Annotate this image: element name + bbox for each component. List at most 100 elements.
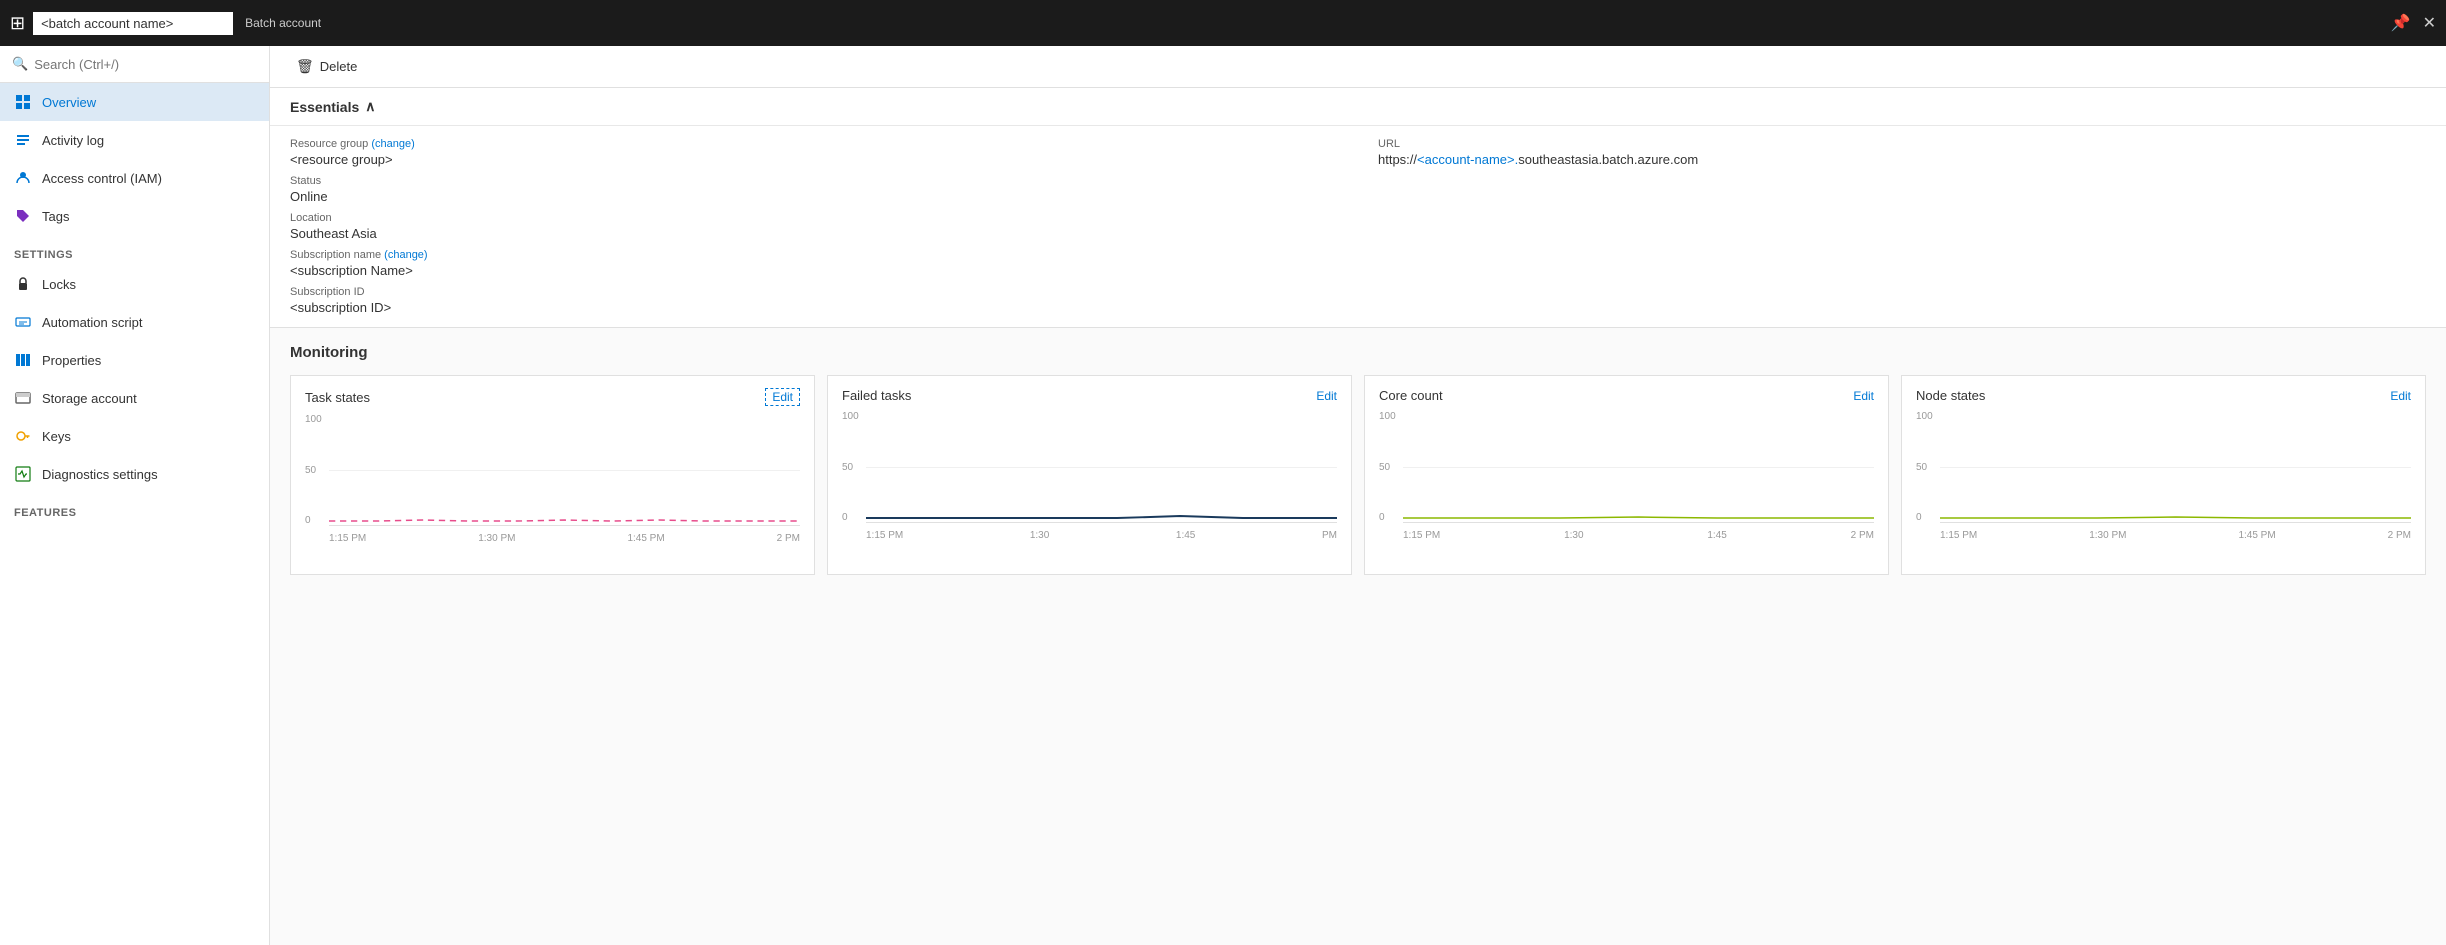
chart-y-labels: 100 50 0	[842, 411, 859, 541]
task-states-header: Task states Edit	[305, 388, 800, 406]
failed-tasks-card: Failed tasks Edit 100 50 0	[827, 375, 1352, 575]
sidebar-item-label-automation: Automation script	[42, 315, 142, 330]
sidebar-item-iam[interactable]: Access control (IAM)	[0, 159, 269, 197]
settings-section-label: SETTINGS	[0, 235, 269, 265]
grid-icon: ⊞	[10, 13, 25, 34]
chart-y-labels: 100 50 0	[1916, 411, 1933, 541]
pin-icon[interactable]: 📌	[2391, 13, 2411, 33]
essentials-body: Resource group (change) <resource group>…	[270, 126, 2446, 327]
essentials-title: Essentials	[290, 99, 359, 115]
topbar-right: 📌 ✕	[2391, 13, 2436, 33]
node-states-edit-link[interactable]: Edit	[2390, 389, 2411, 403]
sidebar-item-tags[interactable]: Tags	[0, 197, 269, 235]
chart-plot	[866, 411, 1337, 523]
sidebar-item-label-tags: Tags	[42, 209, 69, 224]
url-account: <account-name>.	[1417, 152, 1518, 167]
diagnostics-icon	[14, 465, 32, 483]
chart-x-labels: 1:15 PM 1:30 PM 1:45 PM 2 PM	[329, 533, 800, 544]
essentials-right-col: URL https://<account-name>.southeastasia…	[1378, 138, 2426, 315]
overview-icon	[14, 93, 32, 111]
sidebar-search-container: 🔍	[0, 46, 269, 83]
chevron-up-icon[interactable]: ∧	[365, 98, 375, 115]
task-states-chart: 100 50 0 1:15 PM 1:30 PM	[305, 414, 800, 544]
url-value: https://<account-name>.southeastasia.bat…	[1378, 152, 2426, 167]
location-value: Southeast Asia	[290, 226, 1338, 241]
status-field: Status Online	[290, 175, 1338, 204]
core-count-edit-link[interactable]: Edit	[1853, 389, 1874, 403]
automation-icon	[14, 313, 32, 331]
essentials-header: Essentials ∧	[270, 88, 2446, 126]
chart-x-labels: 1:15 PM 1:30 1:45 2 PM	[1403, 530, 1874, 541]
sidebar-item-diagnostics[interactable]: Diagnostics settings	[0, 455, 269, 493]
storage-icon	[14, 389, 32, 407]
subscription-id-field: Subscription ID <subscription ID>	[290, 286, 1338, 315]
resource-group-label: Resource group	[290, 138, 368, 150]
subscription-name-field: Subscription name (change) <subscription…	[290, 249, 1338, 278]
sidebar-item-properties[interactable]: Properties	[0, 341, 269, 379]
node-states-header: Node states Edit	[1916, 388, 2411, 403]
chart-plot	[1403, 411, 1874, 523]
failed-tasks-edit-link[interactable]: Edit	[1316, 389, 1337, 403]
task-states-edit-link[interactable]: Edit	[765, 388, 800, 406]
resource-group-field: Resource group (change) <resource group>	[290, 138, 1338, 167]
sidebar-item-locks[interactable]: Locks	[0, 265, 269, 303]
sidebar: 🔍 Overview Activity log Access control (…	[0, 46, 270, 945]
chart-x-labels: 1:15 PM 1:30 1:45 PM	[866, 530, 1337, 541]
failed-tasks-chart: 100 50 0 1:15 PM 1:30	[842, 411, 1337, 541]
search-icon: 🔍	[12, 56, 28, 72]
sidebar-item-automation[interactable]: Automation script	[0, 303, 269, 341]
location-label: Location	[290, 212, 1338, 224]
chart-y-labels: 100 50 0	[1379, 411, 1396, 541]
close-icon[interactable]: ✕	[2423, 13, 2436, 33]
monitoring-cards: Task states Edit 100 50 0	[290, 375, 2426, 575]
chart-x-labels: 1:15 PM 1:30 PM 1:45 PM 2 PM	[1940, 530, 2411, 541]
resource-group-change-link[interactable]: (change)	[371, 138, 414, 150]
subscription-name-label: Subscription name	[290, 249, 381, 261]
main-layout: 🔍 Overview Activity log Access control (…	[0, 46, 2446, 945]
sidebar-item-storage-account[interactable]: Storage account	[0, 379, 269, 417]
chart-plot	[329, 414, 800, 526]
activity-log-icon	[14, 131, 32, 149]
batch-account-name-input[interactable]	[33, 12, 233, 35]
features-section-label: FEATURES	[0, 493, 269, 523]
sidebar-item-label-properties: Properties	[42, 353, 101, 368]
node-states-card: Node states Edit 100 50 0	[1901, 375, 2426, 575]
failed-tasks-title: Failed tasks	[842, 388, 911, 403]
locks-icon	[14, 275, 32, 293]
sidebar-item-label-storage: Storage account	[42, 391, 137, 406]
subscription-name-value: <subscription Name>	[290, 263, 1338, 278]
sidebar-item-activity-log[interactable]: Activity log	[0, 121, 269, 159]
chart-y-labels: 100 50 0	[305, 414, 322, 544]
sidebar-item-keys[interactable]: Keys	[0, 417, 269, 455]
iam-icon	[14, 169, 32, 187]
node-states-chart: 100 50 0 1:15 PM 1:30 PM	[1916, 411, 2411, 541]
toolbar: 🗑 Delete	[270, 46, 2446, 88]
url-field: URL https://<account-name>.southeastasia…	[1378, 138, 2426, 167]
monitoring-section: Monitoring Task states Edit 100 50 0	[270, 328, 2446, 591]
monitoring-title: Monitoring	[290, 344, 2426, 361]
node-states-title: Node states	[1916, 388, 1985, 403]
subscription-id-label: Subscription ID	[290, 286, 1338, 298]
delete-button[interactable]: 🗑 Delete	[290, 54, 363, 79]
url-label: URL	[1378, 138, 2426, 150]
properties-icon	[14, 351, 32, 369]
resource-group-value: <resource group>	[290, 152, 1338, 167]
topbar: ⊞ Batch account 📌 ✕	[0, 0, 2446, 46]
search-input[interactable]	[34, 57, 257, 72]
sidebar-item-label-overview: Overview	[42, 95, 96, 110]
keys-icon	[14, 427, 32, 445]
sidebar-item-label-iam: Access control (IAM)	[42, 171, 162, 186]
sidebar-item-overview[interactable]: Overview	[0, 83, 269, 121]
task-states-card: Task states Edit 100 50 0	[290, 375, 815, 575]
sidebar-item-label-locks: Locks	[42, 277, 76, 292]
delete-icon: 🗑	[296, 58, 314, 75]
tags-icon	[14, 207, 32, 225]
sidebar-item-label-keys: Keys	[42, 429, 71, 444]
chart-plot	[1940, 411, 2411, 523]
subscription-name-change-link[interactable]: (change)	[384, 249, 427, 261]
location-field: Location Southeast Asia	[290, 212, 1338, 241]
url-suffix: southeastasia.batch.azure.com	[1518, 152, 1698, 167]
core-count-title: Core count	[1379, 388, 1443, 403]
task-states-title: Task states	[305, 390, 370, 405]
core-count-header: Core count Edit	[1379, 388, 1874, 403]
